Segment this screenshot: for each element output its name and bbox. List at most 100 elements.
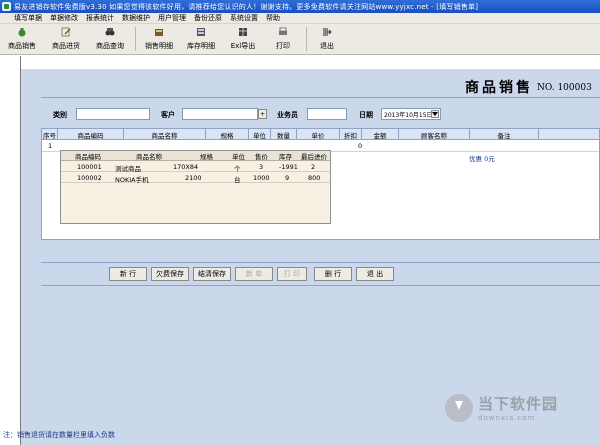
popup-cell-code: 100001 bbox=[77, 163, 102, 171]
toolbar: 商品销售 商品进货 商品查询 销售明细 库存明细 Exl导出 打印 退出 bbox=[0, 24, 600, 55]
order-number: NO. 100003 bbox=[537, 83, 592, 93]
toolbar-label: 库存明细 bbox=[187, 42, 215, 50]
popup-col-name: 商品名称 bbox=[136, 153, 162, 161]
chevron-down-icon[interactable] bbox=[431, 110, 439, 118]
col-header-remark[interactable]: 备注 bbox=[470, 129, 539, 140]
new-document-button[interactable]: 新 单 bbox=[235, 267, 273, 281]
col-header-amount[interactable]: 金额 bbox=[362, 129, 399, 140]
col-header-spec[interactable]: 规格 bbox=[206, 129, 249, 140]
menu-user-management[interactable]: 用户管理 bbox=[158, 13, 186, 23]
toolbar-separator bbox=[306, 27, 307, 51]
menu-data-maintenance[interactable]: 数据维护 bbox=[122, 13, 150, 23]
date-picker[interactable]: 2013年10月15日 bbox=[381, 108, 441, 120]
popup-col-code: 商品编码 bbox=[75, 153, 101, 161]
col-header-index[interactable]: 序号 bbox=[42, 129, 58, 140]
popup-row-divider bbox=[61, 182, 330, 183]
toolbar-label: 退出 bbox=[320, 42, 334, 50]
toolbar-label: 商品查询 bbox=[96, 42, 124, 50]
menu-help[interactable]: 帮助 bbox=[266, 13, 280, 23]
row-discount[interactable]: 0 bbox=[358, 142, 362, 150]
category-label: 类别 bbox=[53, 111, 67, 119]
toolbar-label: 销售明细 bbox=[145, 42, 173, 50]
toolbar-query-button[interactable]: 商品查询 bbox=[88, 24, 132, 54]
popup-cell-code: 100002 bbox=[77, 174, 102, 182]
menu-backup-restore[interactable]: 备份还原 bbox=[194, 13, 222, 23]
product-lookup-popup[interactable]: 商品编码 商品名称 规格 单位 售价 库存 最后进价 100001 测试商品 1… bbox=[60, 150, 331, 224]
money-bag-icon bbox=[17, 27, 27, 37]
popup-cell-unit: 台 bbox=[234, 176, 241, 184]
popup-col-spec: 规格 bbox=[200, 153, 213, 161]
page-title: 商品销售 bbox=[465, 80, 533, 96]
row-remark[interactable]: 优惠 0元 bbox=[469, 153, 495, 163]
toolbar-exit-button[interactable]: 退出 bbox=[310, 24, 344, 54]
toolbar-sales-detail-button[interactable]: 销售明细 bbox=[139, 24, 179, 54]
inventory-icon bbox=[196, 27, 206, 37]
customer-input[interactable] bbox=[182, 108, 258, 120]
add-customer-button[interactable]: + bbox=[258, 109, 267, 119]
footer-note: 注：销售退货请在数量栏里填入负数 bbox=[3, 431, 115, 439]
popup-cell-stock: 9 bbox=[285, 174, 290, 182]
popup-cell-spec: 170X84 bbox=[173, 163, 199, 171]
col-header-discount[interactable]: 折扣 bbox=[340, 129, 362, 140]
col-header-customer-name[interactable]: 顾客名称 bbox=[399, 129, 470, 140]
excel-export-icon bbox=[238, 27, 248, 37]
download-arrow-icon bbox=[445, 393, 473, 422]
row-index[interactable]: 1 bbox=[48, 142, 52, 150]
toolbar-label: 打印 bbox=[276, 42, 290, 50]
toolbar-sales-button[interactable]: 商品销售 bbox=[0, 24, 44, 54]
printer-icon bbox=[278, 27, 288, 37]
popup-cell-unit: 个 bbox=[234, 165, 241, 173]
col-header-price[interactable]: 单价 bbox=[297, 129, 340, 140]
divider bbox=[41, 97, 600, 98]
salesman-label: 业务员 bbox=[277, 111, 298, 119]
watermark-text: 当下软件园 downxia.com bbox=[478, 393, 558, 422]
sales-detail-icon bbox=[154, 27, 164, 37]
new-row-button[interactable]: 新 行 bbox=[109, 267, 147, 281]
popup-header: 商品编码 商品名称 规格 单位 售价 库存 最后进价 bbox=[61, 151, 330, 161]
toolbar-inventory-button[interactable]: 库存明细 bbox=[179, 24, 223, 54]
date-label: 日期 bbox=[359, 111, 373, 119]
menu-bar: 填写单据 单据修改 报表统计 数据维护 用户管理 备份还原 系统设置 帮助 bbox=[0, 13, 600, 24]
toolbar-label: 商品进货 bbox=[52, 42, 80, 50]
delete-row-button[interactable]: 删 行 bbox=[314, 267, 352, 281]
popup-col-price: 售价 bbox=[255, 153, 268, 161]
popup-cell-price: 3 bbox=[259, 163, 264, 171]
menu-system-settings[interactable]: 系统设置 bbox=[230, 13, 258, 23]
watermark-logo: 当下软件园 downxia.com bbox=[445, 393, 558, 422]
binoculars-icon bbox=[105, 27, 115, 37]
exit-button[interactable]: 退 出 bbox=[356, 267, 394, 281]
menu-edit-docs[interactable]: 单据修改 bbox=[50, 13, 78, 23]
toolbar-purchase-button[interactable]: 商品进货 bbox=[44, 24, 88, 54]
popup-cell-last-cost: 2 bbox=[311, 163, 316, 171]
window-title: 易友进销存软件免费版v3.30 如果您觉得该软件好用，请推荐给您认识的人！谢谢支… bbox=[14, 2, 479, 11]
customer-label: 客户 bbox=[161, 111, 175, 119]
popup-cell-price: 1000 bbox=[253, 174, 270, 182]
menu-reports[interactable]: 报表统计 bbox=[86, 13, 114, 23]
popup-cell-name: NOKIA手机 bbox=[115, 176, 149, 184]
window-titlebar: 易友进销存软件免费版v3.30 如果您觉得该软件好用，请推荐给您认识的人！谢谢支… bbox=[0, 0, 600, 13]
document-edit-icon bbox=[61, 27, 71, 37]
popup-cell-name: 测试商品 bbox=[115, 165, 141, 173]
toolbar-label: Exl导出 bbox=[230, 42, 256, 50]
watermark-sub: downxia.com bbox=[478, 414, 536, 422]
toolbar-excel-export-button[interactable]: Exl导出 bbox=[223, 24, 263, 54]
toolbar-label: 商品销售 bbox=[8, 42, 36, 50]
popup-row-divider bbox=[61, 171, 330, 172]
credit-save-button[interactable]: 欠费保存 bbox=[151, 267, 189, 281]
col-header-code[interactable]: 商品编码 bbox=[58, 129, 124, 140]
toolbar-print-button[interactable]: 打印 bbox=[263, 24, 303, 54]
grid-header: 序号 商品编码 商品名称 规格 单位 数量 单价 折扣 金额 顾客名称 备注 bbox=[42, 129, 599, 140]
col-header-name[interactable]: 商品名称 bbox=[124, 129, 206, 140]
popup-cell-last-cost: 800 bbox=[308, 174, 321, 182]
watermark-main: 当下软件园 bbox=[478, 395, 559, 413]
settle-save-button[interactable]: 结清保存 bbox=[193, 267, 231, 281]
category-input[interactable] bbox=[76, 108, 150, 120]
salesman-input[interactable] bbox=[307, 108, 347, 120]
col-header-qty[interactable]: 数量 bbox=[271, 129, 297, 140]
menu-fill-docs[interactable]: 填写单据 bbox=[14, 13, 42, 23]
popup-cell-spec: 2100 bbox=[185, 174, 202, 182]
app-icon bbox=[2, 2, 11, 11]
col-header-unit[interactable]: 单位 bbox=[249, 129, 271, 140]
print-button[interactable]: 打 印 bbox=[277, 267, 307, 281]
date-value: 2013年10月15日 bbox=[384, 111, 433, 119]
